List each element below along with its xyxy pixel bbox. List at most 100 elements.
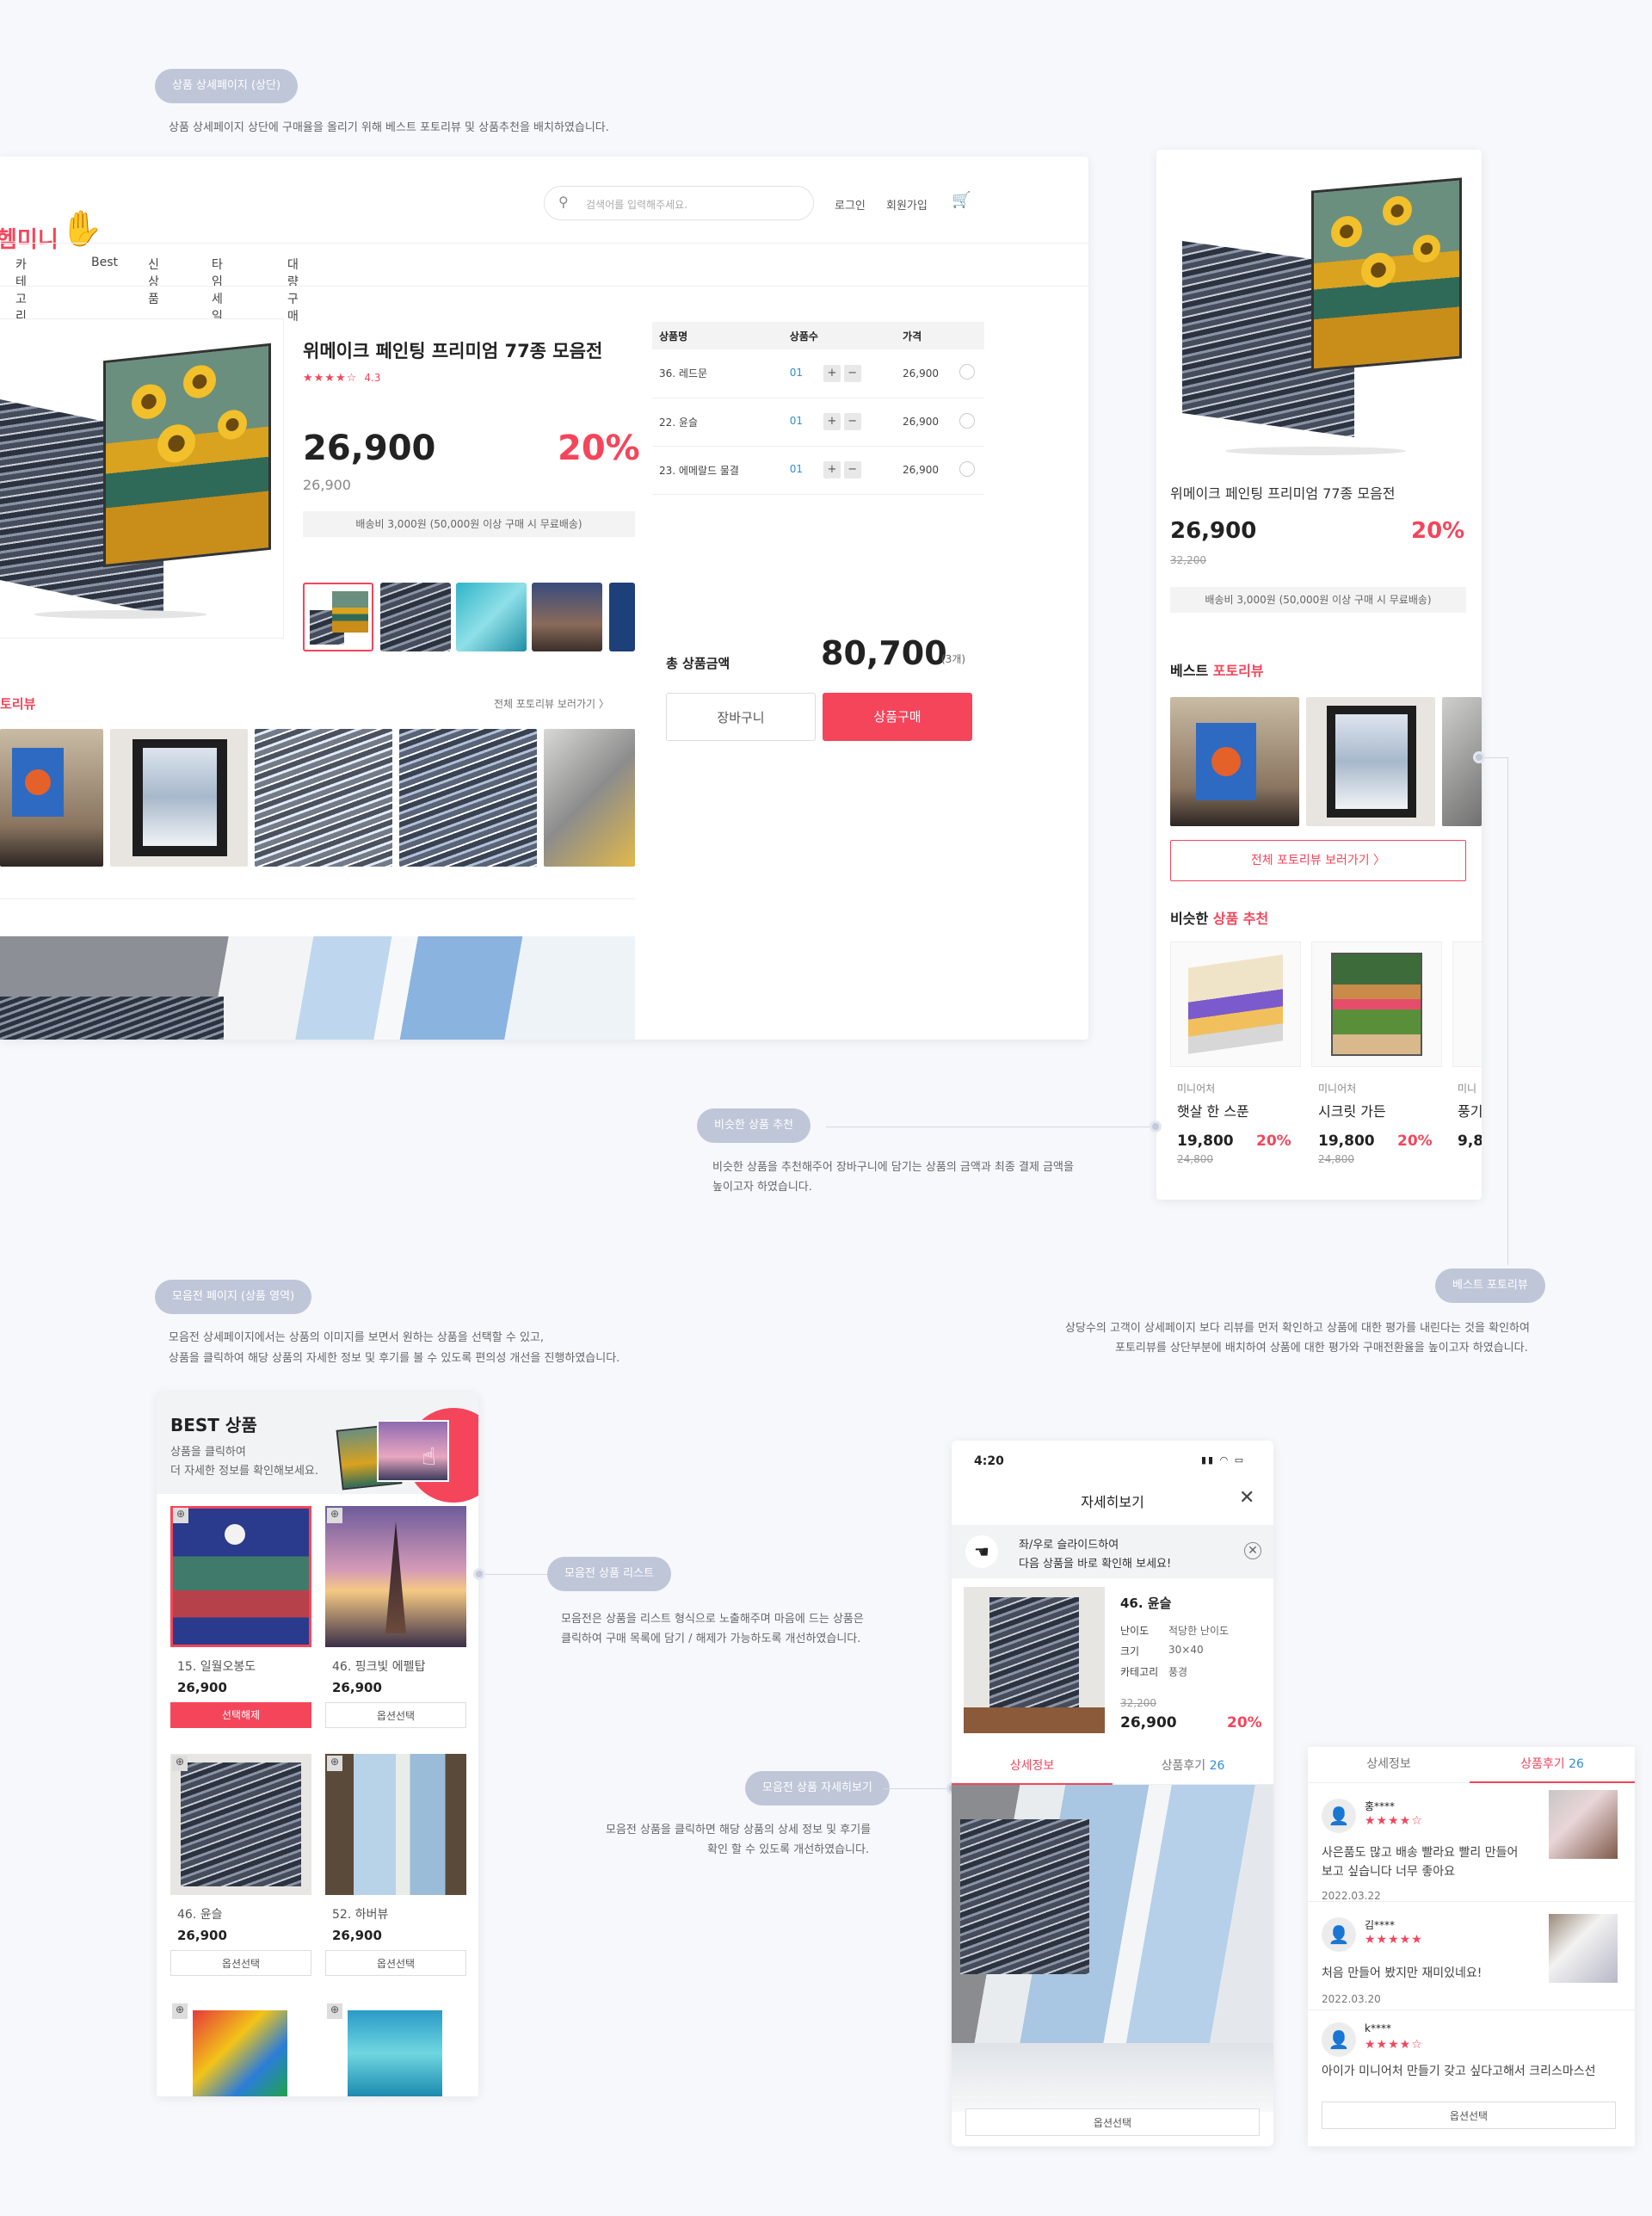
nav-bulk[interactable]: 대량구매	[287, 256, 299, 324]
dismiss-icon[interactable]: ✕	[1244, 1542, 1261, 1559]
review-tab-reviews[interactable]: 상품후기 26	[1470, 1747, 1635, 1783]
annotation-top-pill: 상품 상세페이지 (상단)	[155, 69, 299, 103]
mobile-review-photo-2[interactable]	[1306, 697, 1435, 826]
connector-list	[485, 1574, 547, 1575]
tab-reviews[interactable]: 상품후기 26	[1113, 1749, 1273, 1785]
detail-orig-price: 32,200	[1120, 1697, 1156, 1709]
thumbnail-2[interactable]	[380, 583, 451, 651]
review-section-title: 토리뷰	[0, 696, 36, 712]
plus-button[interactable]: +	[823, 364, 841, 382]
minus-button[interactable]: −	[843, 461, 861, 478]
mobile-orig-price: 32,200	[1170, 554, 1206, 566]
signup-link[interactable]: 회원가입	[886, 196, 928, 213]
cart-icon[interactable]: 🛒	[952, 191, 971, 209]
collection-item-1[interactable]: ⊕ 15. 일월오봉도 26,900 선택해제	[170, 1506, 311, 1756]
thumbnail-3[interactable]	[456, 583, 527, 651]
nav-new[interactable]: 신상품	[148, 256, 159, 307]
collection-list-page: BEST 상품 상품을 클릭하여 더 자세한 정보를 확인해보세요. ☝ ⊕ 1…	[157, 1392, 478, 2096]
review-photo-4[interactable]	[399, 729, 537, 867]
tab-detail-info[interactable]: 상세정보	[952, 1749, 1113, 1785]
nav-category[interactable]: 카테고리	[15, 256, 27, 324]
cart-button[interactable]: 장바구니	[666, 693, 816, 741]
deselect-button[interactable]: 선택해제	[170, 1702, 311, 1728]
connector-dot	[473, 1568, 485, 1580]
detail-discount: 20%	[1227, 1714, 1262, 1731]
rec-card-2[interactable]: 미니어처 시크릿 가든 19,800 20% 24,800	[1311, 941, 1442, 1165]
option-select-button[interactable]: 옵션선택	[325, 1950, 466, 1976]
remove-icon[interactable]	[959, 460, 976, 477]
zoom-icon[interactable]: ⊕	[172, 1756, 188, 1771]
rating: ★★★★☆ 4.3	[303, 372, 381, 385]
option-select-button[interactable]: 옵션선택	[170, 1950, 311, 1976]
minus-button[interactable]: −	[843, 413, 861, 430]
phone-option-select-button[interactable]: 옵션선택	[965, 2108, 1260, 2136]
connector-dot	[1150, 1120, 1162, 1133]
mobile-review-photo-1[interactable]	[1170, 697, 1299, 826]
mobile-product-title: 위메이크 페인팅 프리미엄 77종 모음전	[1170, 485, 1396, 502]
review-tab-info[interactable]: 상세정보	[1308, 1747, 1470, 1783]
thumbnail-5[interactable]	[609, 583, 635, 651]
remove-icon[interactable]	[959, 364, 976, 380]
review-photo-3[interactable]	[255, 729, 392, 867]
detail-room-image	[952, 1785, 1273, 2112]
annotation-detail-pill: 모음전 상품 자세히보기	[745, 1771, 890, 1806]
thumbnail-4[interactable]	[532, 583, 602, 651]
spec-label-3: 카테고리	[1120, 1666, 1159, 1678]
review-option-select-button[interactable]: 옵션선택	[1322, 2102, 1616, 2129]
option-select-button[interactable]: 옵션선택	[325, 1702, 466, 1728]
rec-discount: 20%	[1397, 1133, 1433, 1150]
review-photo-2[interactable]	[110, 729, 248, 867]
avatar: 👤	[1322, 1799, 1356, 1833]
mobile-review-more-button[interactable]: 전체 포토리뷰 보러가기 〉	[1170, 840, 1466, 881]
collection-item-3[interactable]: ⊕ 46. 윤슬 26,900 옵션선택	[170, 1754, 311, 2003]
collection-item-6[interactable]: ⊕	[325, 2002, 466, 2096]
zoom-icon[interactable]: ⊕	[172, 2003, 188, 2019]
buy-button[interactable]: 상품구매	[823, 693, 972, 741]
annotation-detail-note-2: 확인 할 수 있도록 개선하였습니다.	[707, 1843, 870, 1856]
rec-brand: 미니어처	[1177, 1083, 1216, 1095]
zoom-icon[interactable]: ⊕	[327, 1756, 342, 1771]
total-price: 80,700	[821, 634, 947, 672]
collection-item-4[interactable]: ⊕ 52. 하버뷰 26,900 옵션선택	[325, 1754, 466, 2003]
original-price: 26,900	[303, 477, 351, 493]
collection-item-5[interactable]: ⊕	[170, 2002, 311, 2096]
minus-button[interactable]: −	[843, 364, 861, 382]
nav-divider	[0, 286, 1088, 287]
login-link[interactable]: 로그인	[835, 196, 866, 213]
detail-item-image	[964, 1587, 1105, 1733]
search-input[interactable]: ⚲ 검색어를 입력해주세요.	[544, 186, 814, 220]
plus-button[interactable]: +	[823, 413, 841, 430]
close-icon[interactable]: ✕	[1239, 1487, 1254, 1509]
review-photo[interactable]	[1549, 1914, 1618, 1983]
review-photo-1[interactable]	[0, 729, 103, 867]
zoom-icon[interactable]: ⊕	[327, 2003, 342, 2019]
rec-brand: 미니어처	[1318, 1083, 1357, 1095]
connector-dot	[1473, 751, 1485, 763]
zoom-icon[interactable]: ⊕	[173, 1508, 188, 1523]
plus-button[interactable]: +	[823, 461, 841, 478]
annotation-best-pill: 베스트 포토리뷰	[1435, 1268, 1545, 1303]
spec-value-1: 적당한 난이도	[1168, 1625, 1230, 1637]
review-photo-5[interactable]	[544, 729, 635, 867]
remove-icon[interactable]	[959, 412, 976, 429]
zoom-icon[interactable]: ⊕	[327, 1508, 342, 1523]
review-photo[interactable]	[1549, 1790, 1618, 1859]
shipping-info: 배송비 3,000원 (50,000원 이상 구매 시 무료배송)	[303, 511, 635, 537]
annotation-top-note: 상품 상세페이지 상단에 구매율을 올리기 위해 베스트 포토리뷰 및 상품추천…	[169, 121, 609, 134]
rec-card-3[interactable]: 미니 풍기 9,8	[1452, 941, 1482, 1165]
nav-timesale[interactable]: 타임세일	[212, 256, 223, 324]
tap-hand-icon: ☝	[422, 1442, 437, 1471]
connector-detail	[883, 1788, 953, 1789]
item-price: 26,900	[177, 1928, 227, 1943]
main-product-image	[0, 318, 284, 639]
rec-card-1[interactable]: 미니어처 햇살 한 스푼 19,800 20% 24,800	[1170, 941, 1301, 1165]
collection-subtitle-1: 상품을 클릭하여	[170, 1446, 246, 1459]
rec-name: 풍기	[1458, 1103, 1482, 1120]
review-more-link[interactable]: 전체 포토리뷰 보러가기 〉	[494, 696, 609, 711]
row-price: 26,900	[903, 464, 940, 476]
review-text-1: 처음 만들어 봤지만 재미있네요!	[1322, 1966, 1482, 1980]
thumbnail-1[interactable]	[303, 583, 373, 651]
header-divider	[0, 243, 1088, 244]
collection-item-2[interactable]: ⊕ 46. 핑크빛 에펠탑 26,900 옵션선택	[325, 1506, 466, 1756]
nav-best[interactable]: Best	[91, 256, 118, 269]
